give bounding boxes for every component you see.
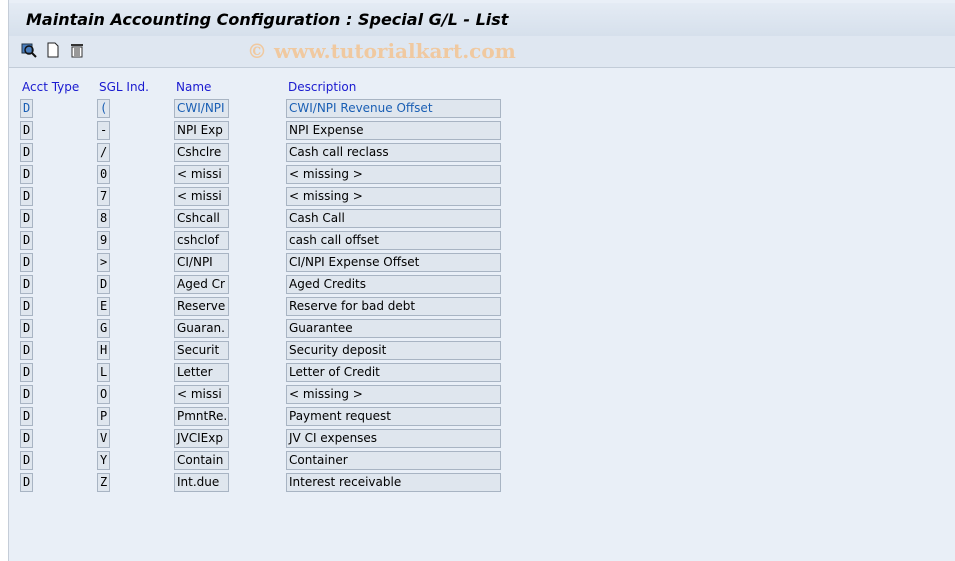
header-name: Name [176,80,212,94]
acct-type-cell[interactable]: D [20,385,33,404]
acct-type-cell[interactable]: D [20,99,33,118]
name-cell[interactable]: CWI/NPI [174,99,229,118]
sgl-ind-cell[interactable]: P [97,407,110,426]
sgl-ind-cell[interactable]: ( [97,99,110,118]
sgl-ind-cell[interactable]: Z [97,473,110,492]
name-cell[interactable]: < missi [174,385,229,404]
acct-type-cell[interactable]: D [20,209,33,228]
main-window: Maintain Accounting Configuration : Spec… [8,0,955,561]
sgl-ind-cell[interactable]: - [97,121,110,140]
acct-type-cell[interactable]: D [20,407,33,426]
sgl-ind-cell[interactable]: G [97,319,110,338]
description-cell[interactable]: Interest receivable [286,473,501,492]
description-cell[interactable]: Cash call reclass [286,143,501,162]
name-cell[interactable]: Int.due [174,473,229,492]
delete-icon[interactable] [69,42,85,58]
name-cell[interactable]: PmntRe... [174,407,229,426]
sgl-ind-cell[interactable]: / [97,143,110,162]
name-cell[interactable]: < missi [174,165,229,184]
name-cell[interactable]: cshclof [174,231,229,250]
header-sgl-ind: SGL Ind. [99,80,149,94]
description-cell[interactable]: Letter of Credit [286,363,501,382]
acct-type-cell[interactable]: D [20,473,33,492]
acct-type-cell[interactable]: D [20,231,33,250]
description-cell[interactable]: Payment request [286,407,501,426]
acct-type-cell[interactable]: D [20,253,33,272]
acct-type-cell[interactable]: D [20,187,33,206]
page-title: Maintain Accounting Configuration : Spec… [26,10,509,29]
name-cell[interactable]: JVCIExp [174,429,229,448]
sgl-ind-cell[interactable]: D [97,275,110,294]
name-cell[interactable]: Securit [174,341,229,360]
name-cell[interactable]: < missi [174,187,229,206]
acct-type-cell[interactable]: D [20,429,33,448]
watermark: © www.tutorialkart.com [247,39,516,63]
acct-type-cell[interactable]: D [20,451,33,470]
sgl-ind-cell[interactable]: 9 [97,231,110,250]
description-cell[interactable]: Security deposit [286,341,501,360]
acct-type-cell[interactable]: D [20,121,33,140]
acct-type-cell[interactable]: D [20,363,33,382]
sgl-ind-cell[interactable]: 7 [97,187,110,206]
toolbar: © www.tutorialkart.com [9,36,955,68]
sgl-ind-cell[interactable]: L [97,363,110,382]
sgl-ind-cell[interactable]: 8 [97,209,110,228]
description-cell[interactable]: JV CI expenses [286,429,501,448]
acct-type-cell[interactable]: D [20,297,33,316]
description-cell[interactable]: cash call offset [286,231,501,250]
sgl-ind-cell[interactable]: 0 [97,165,110,184]
name-cell[interactable]: CI/NPI [174,253,229,272]
header-description: Description [288,80,357,94]
sgl-ind-cell[interactable]: V [97,429,110,448]
name-cell[interactable]: Cshclre [174,143,229,162]
sgl-ind-cell[interactable]: O [97,385,110,404]
description-cell[interactable]: Cash Call [286,209,501,228]
sgl-ind-cell[interactable]: H [97,341,110,360]
name-cell[interactable]: Letter [174,363,229,382]
sgl-ind-cell[interactable]: E [97,297,110,316]
description-cell[interactable]: < missing > [286,385,501,404]
name-cell[interactable]: Contain [174,451,229,470]
description-cell[interactable]: CWI/NPI Revenue Offset [286,99,501,118]
details-icon[interactable] [21,42,37,58]
name-cell[interactable]: Guaran. [174,319,229,338]
acct-type-cell[interactable]: D [20,143,33,162]
description-cell[interactable]: < missing > [286,165,501,184]
name-cell[interactable]: Cshcall [174,209,229,228]
acct-type-cell[interactable]: D [20,341,33,360]
description-cell[interactable]: Guarantee [286,319,501,338]
description-cell[interactable]: Reserve for bad debt [286,297,501,316]
description-cell[interactable]: Container [286,451,501,470]
description-cell[interactable]: NPI Expense [286,121,501,140]
new-entry-icon[interactable] [45,42,61,58]
description-cell[interactable]: CI/NPI Expense Offset [286,253,501,272]
description-cell[interactable]: < missing > [286,187,501,206]
acct-type-cell[interactable]: D [20,165,33,184]
header-acct-type: Acct Type [22,80,80,94]
acct-type-cell[interactable]: D [20,275,33,294]
sgl-ind-cell[interactable]: > [97,253,110,272]
sgl-ind-cell[interactable]: Y [97,451,110,470]
acct-type-cell[interactable]: D [20,319,33,338]
title-bar: Maintain Accounting Configuration : Spec… [9,3,955,37]
name-cell[interactable]: Aged Cr [174,275,229,294]
name-cell[interactable]: NPI Exp [174,121,229,140]
name-cell[interactable]: Reserve [174,297,229,316]
description-cell[interactable]: Aged Credits [286,275,501,294]
